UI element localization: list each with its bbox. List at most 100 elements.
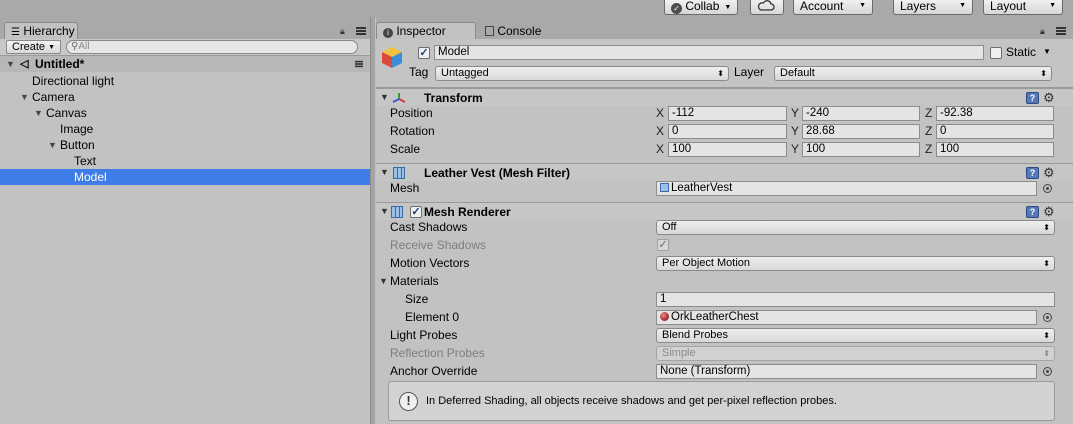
position-y-field[interactable]: -240 [802, 106, 920, 121]
collab-check-icon: ✓ [671, 3, 682, 14]
element0-label: Element 0 [405, 310, 460, 324]
light-probes-value: Blend Probes [662, 329, 729, 341]
axis-x-label: X [656, 124, 665, 138]
scale-y-field[interactable]: 100 [802, 142, 920, 157]
axis-x-label: X [656, 142, 665, 156]
scale-x-field[interactable]: 100 [668, 142, 787, 157]
panel-divider[interactable] [370, 17, 375, 424]
tree-item-text[interactable]: Text [0, 153, 370, 169]
create-dropdown[interactable]: Create ▼ [6, 40, 62, 54]
collapse-triangle-icon[interactable]: ▼ [380, 167, 389, 177]
expand-triangle-icon[interactable]: ▼ [20, 89, 29, 105]
gameobject-active-checkbox[interactable]: ✓ [418, 47, 430, 59]
position-x-field[interactable]: -112 [668, 106, 787, 121]
cloud-button[interactable] [750, 0, 784, 15]
panel-menu-icon[interactable] [1056, 27, 1066, 35]
tree-item-button[interactable]: ▼ Button [0, 137, 370, 153]
layer-label: Layer [734, 65, 765, 79]
help-book-icon[interactable]: ? [1026, 92, 1039, 104]
collapse-triangle-icon[interactable]: ▼ [380, 92, 389, 102]
info-icon: ! [399, 392, 418, 411]
rotation-label: Rotation [390, 124, 435, 138]
material-sphere-icon [660, 312, 669, 321]
tree-item-label: Image [60, 122, 94, 136]
layout-dropdown[interactable]: Layout ▼ [983, 0, 1063, 15]
mesh-renderer-header[interactable]: ▼ ✓ Mesh Renderer ? ⚙ [376, 202, 1073, 220]
gear-icon[interactable]: ⚙ [1043, 90, 1055, 106]
static-label: Static [1006, 45, 1037, 59]
mesh-filter-title: Leather Vest (Mesh Filter) [424, 166, 571, 180]
hierarchy-list-icon: ☰ [11, 27, 20, 38]
tab-inspector[interactable]: i Inspector [376, 22, 476, 40]
object-picker-icon[interactable] [1043, 184, 1052, 193]
deferred-shading-help-box: ! In Deferred Shading, all objects recei… [388, 381, 1055, 421]
gear-icon[interactable]: ⚙ [1043, 204, 1055, 220]
static-checkbox[interactable] [990, 47, 1002, 59]
help-book-icon[interactable]: ? [1026, 167, 1039, 179]
gear-icon[interactable]: ⚙ [1043, 165, 1055, 181]
mesh-filter-header[interactable]: ▼ Leather Vest (Mesh Filter) ? ⚙ [376, 163, 1073, 181]
hierarchy-search-bar: Create ▼ ⚲All [0, 39, 370, 56]
collapse-triangle-icon[interactable]: ▼ [380, 206, 389, 216]
unity-scene-icon: ◁ [20, 58, 29, 70]
layers-label: Layers [900, 0, 937, 13]
mesh-field[interactable]: LeatherVest [656, 181, 1037, 196]
tag-label: Tag [409, 65, 429, 79]
layer-value: Default [780, 67, 815, 79]
cast-shadows-label: Cast Shadows [390, 220, 468, 234]
axis-y-label: Y [791, 142, 800, 156]
tree-item-label: Directional light [32, 74, 115, 88]
help-book-icon[interactable]: ? [1026, 206, 1039, 218]
tag-dropdown[interactable]: Untagged ⬍ [435, 66, 729, 81]
materials-size-field[interactable]: 1 [656, 292, 1055, 307]
tab-console[interactable]: Console [478, 22, 550, 40]
expand-triangle-icon[interactable]: ▼ [34, 105, 43, 121]
tree-item-label: Button [60, 138, 95, 152]
expand-triangle-icon[interactable]: ▼ [48, 137, 57, 153]
tab-hierarchy[interactable]: ☰ Hierarchy [4, 22, 78, 40]
tree-item-camera[interactable]: ▼ Camera [0, 89, 370, 105]
materials-expand-triangle-icon[interactable]: ▼ [379, 276, 388, 286]
rotation-x-field[interactable]: 0 [668, 124, 787, 139]
search-input[interactable]: ⚲All [66, 40, 358, 54]
layers-dropdown[interactable]: Layers ▼ [893, 0, 973, 15]
tree-item-label: Model [74, 170, 107, 184]
light-probes-dropdown[interactable]: Blend Probes ⬍ [656, 328, 1055, 343]
axis-y-label: Y [791, 106, 800, 120]
collab-button[interactable]: ✓ Collab ▼ [664, 0, 739, 15]
motion-vectors-dropdown[interactable]: Per Object Motion ⬍ [656, 256, 1055, 271]
panel-menu-icon[interactable] [356, 27, 366, 35]
motion-vectors-label: Motion Vectors [390, 256, 470, 270]
lock-icon[interactable]: 🔒︎ [1040, 26, 1045, 37]
rotation-y-field[interactable]: 28.68 [802, 124, 920, 139]
anchor-override-field[interactable]: None (Transform) [656, 364, 1037, 379]
mesh-renderer-enabled-checkbox[interactable]: ✓ [410, 206, 422, 218]
scale-z-field[interactable]: 100 [936, 142, 1054, 157]
scene-row[interactable]: ▼ ◁ Untitled* [0, 56, 370, 72]
tree-item-model[interactable]: Model [0, 169, 370, 185]
reflection-probes-value: Simple [662, 347, 696, 359]
account-dropdown[interactable]: Account ▼ [793, 0, 873, 15]
cast-shadows-dropdown[interactable]: Off ⬍ [656, 220, 1055, 235]
object-picker-icon[interactable] [1043, 313, 1052, 322]
reflection-probes-dropdown: Simple ⬍ [656, 346, 1055, 361]
tree-item-canvas[interactable]: ▼ Canvas [0, 105, 370, 121]
account-label: Account [800, 0, 844, 13]
object-picker-icon[interactable] [1043, 367, 1052, 376]
mesh-label: Mesh [390, 181, 420, 195]
mesh-filter-grid-icon [393, 167, 405, 179]
hierarchy-panel: Create ▼ ⚲All ▼ ◁ Untitled* Directional … [0, 39, 370, 424]
lock-icon[interactable]: 🔒︎ [340, 26, 345, 37]
transform-header[interactable]: ▼ Transform ? ⚙ [376, 88, 1073, 106]
scene-menu-icon[interactable] [355, 60, 363, 68]
tree-item-image[interactable]: Image [0, 121, 370, 137]
static-dropdown-arrow-icon[interactable]: ▼ [1043, 47, 1051, 56]
tag-value: Untagged [441, 67, 489, 79]
element0-field[interactable]: OrkLeatherChest [656, 310, 1037, 325]
layer-dropdown[interactable]: Default ⬍ [774, 66, 1052, 81]
tree-item-directional-light[interactable]: Directional light [0, 73, 370, 89]
gameobject-name-field[interactable]: Model [434, 45, 984, 60]
position-z-field[interactable]: -92.38 [936, 106, 1054, 121]
transform-axes-icon [392, 93, 406, 103]
rotation-z-field[interactable]: 0 [936, 124, 1054, 139]
